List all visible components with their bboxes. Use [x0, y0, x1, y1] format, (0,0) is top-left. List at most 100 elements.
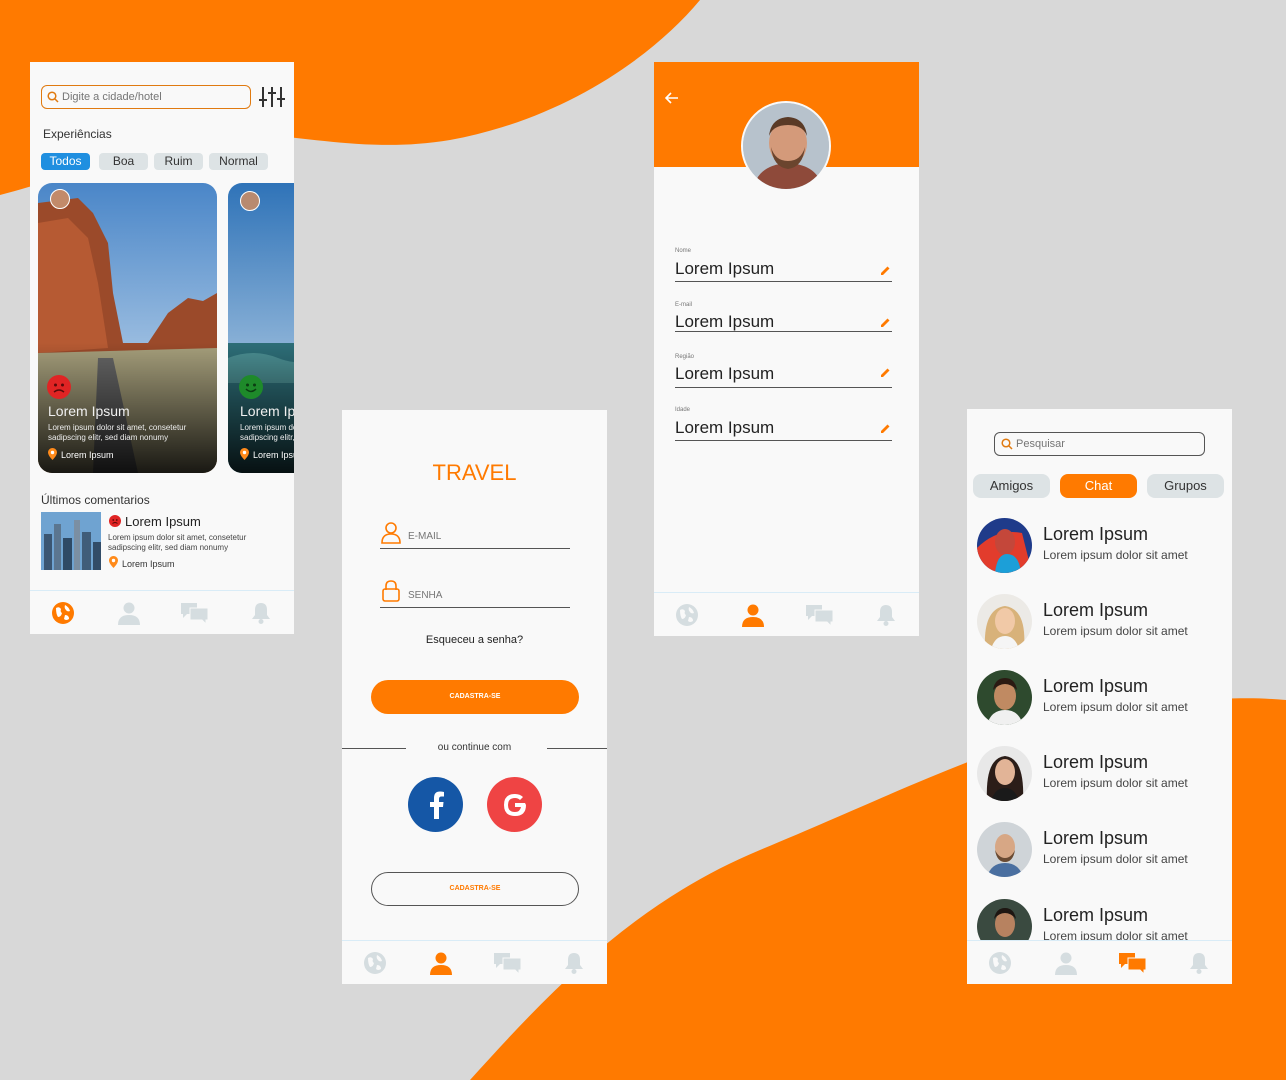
- bell-icon[interactable]: [247, 599, 275, 627]
- tab-amigos[interactable]: Amigos: [973, 474, 1050, 498]
- card-desc-1: Lorem ipsum dolor sit amet, consetetur: [48, 423, 187, 432]
- avatar: [977, 670, 1032, 725]
- card-location: Lorem Ipsum: [253, 450, 294, 460]
- experience-card[interactable]: Lorem Ipsum Lorem ipsum dolor sit amet, …: [228, 183, 294, 473]
- edit-pencil-icon[interactable]: [880, 265, 891, 276]
- experience-card[interactable]: Lorem Ipsum Lorem ipsum dolor sit amet, …: [38, 183, 217, 473]
- field-value-regiao[interactable]: Lorem Ipsum: [675, 364, 774, 384]
- chat-list-item[interactable]: Lorem Ipsum Lorem ipsum dolor sit amet: [977, 670, 1227, 728]
- brand-title: TRAVEL: [432, 460, 517, 485]
- bottom-nav: [30, 590, 294, 634]
- location-pin-icon: [240, 448, 249, 460]
- facebook-icon: [429, 791, 444, 819]
- user-avatar: [50, 189, 70, 209]
- happy-face-icon: [239, 375, 263, 399]
- card-title: Lorem Ipsum: [240, 403, 294, 419]
- chat-icon[interactable]: [805, 601, 834, 629]
- field-label-email: E-mail: [675, 302, 693, 308]
- tab-chat[interactable]: Chat: [1060, 474, 1137, 498]
- chat-icon[interactable]: [493, 949, 522, 977]
- bottom-nav: [967, 940, 1232, 984]
- search-input[interactable]: [62, 89, 242, 105]
- chat-search-input[interactable]: [1016, 436, 1196, 452]
- globe-icon[interactable]: [49, 599, 77, 627]
- divider-right: [547, 748, 607, 749]
- search-box[interactable]: [41, 85, 251, 109]
- email-field[interactable]: [408, 528, 568, 544]
- contact-name: Lorem Ipsum: [1043, 752, 1149, 772]
- lock-icon: [382, 580, 400, 602]
- signup-secondary-button[interactable]: CADASTRA-SE: [371, 872, 579, 906]
- contact-name: Lorem Ipsum: [1043, 676, 1149, 696]
- back-arrow-icon[interactable]: [665, 92, 679, 104]
- chat-icon[interactable]: [181, 599, 209, 627]
- filter-chip-todos[interactable]: Todos: [41, 153, 90, 170]
- card-desc-1: Lorem ipsum dolor sit amet, consetetur: [240, 423, 294, 432]
- chat-icon[interactable]: [1118, 949, 1147, 977]
- tab-grupos[interactable]: Grupos: [1147, 474, 1224, 498]
- edit-pencil-icon[interactable]: [880, 367, 891, 378]
- globe-icon[interactable]: [673, 601, 701, 629]
- field-label-idade: Idade: [675, 407, 691, 413]
- chat-list-item[interactable]: Lorem Ipsum Lorem ipsum dolor sit amet: [977, 746, 1227, 804]
- chat-list-item[interactable]: Lorem Ipsum Lorem ipsum dolor sit amet: [977, 594, 1227, 652]
- facebook-button[interactable]: [408, 777, 463, 832]
- field-underline: [675, 387, 892, 388]
- search-icon: [47, 91, 59, 103]
- profile-avatar[interactable]: [741, 101, 831, 191]
- globe-icon[interactable]: [986, 949, 1014, 977]
- chat-list-item[interactable]: Lorem Ipsum Lorem ipsum dolor sit amet: [977, 518, 1227, 576]
- bell-icon[interactable]: [1185, 949, 1213, 977]
- chat-list-item[interactable]: Lorem Ipsum Lorem ipsum dolor sit amet: [977, 822, 1227, 880]
- chat-search-box[interactable]: [994, 432, 1205, 456]
- filter-chip-normal[interactable]: Normal: [209, 153, 268, 170]
- contact-name: Lorem Ipsum: [1043, 600, 1149, 620]
- bell-icon[interactable]: [560, 949, 588, 977]
- sad-face-icon: [109, 515, 121, 527]
- card-location: Lorem Ipsum: [61, 450, 114, 460]
- user-icon: [381, 522, 401, 544]
- google-button[interactable]: [487, 777, 542, 832]
- contact-name: Lorem Ipsum: [1043, 905, 1149, 925]
- password-field[interactable]: [408, 587, 568, 603]
- filter-sliders-icon[interactable]: [259, 85, 285, 109]
- city-thumbnail: [41, 512, 101, 570]
- avatar: [977, 518, 1032, 573]
- chat-screen: Amigos Chat Grupos Lorem Ipsum Lorem ips…: [967, 409, 1232, 984]
- field-value-nome[interactable]: Lorem Ipsum: [675, 259, 774, 279]
- search-icon: [1001, 438, 1013, 450]
- globe-icon[interactable]: [361, 949, 389, 977]
- forgot-password-link[interactable]: Esqueceu a senha?: [342, 634, 607, 646]
- field-label-regiao: Região: [675, 354, 695, 360]
- google-icon: [503, 793, 526, 816]
- avatar: [977, 746, 1032, 801]
- field-value-idade[interactable]: Lorem Ipsum: [675, 418, 774, 438]
- edit-pencil-icon[interactable]: [880, 423, 891, 434]
- filter-chip-boa[interactable]: Boa: [99, 153, 148, 170]
- field-underline: [675, 440, 892, 441]
- field-value-email[interactable]: Lorem Ipsum: [675, 312, 774, 332]
- location-pin-icon: [109, 556, 118, 568]
- edit-pencil-icon[interactable]: [880, 317, 891, 328]
- last-message: Lorem ipsum dolor sit amet: [1043, 776, 1188, 790]
- last-message: Lorem ipsum dolor sit amet: [1043, 548, 1188, 562]
- user-icon[interactable]: [115, 599, 143, 627]
- signup-primary-button[interactable]: CADASTRA-SE: [371, 680, 579, 714]
- comment-desc-2: sadipscing elitr, sed diam nonumy: [108, 543, 229, 552]
- bell-icon[interactable]: [872, 601, 900, 629]
- contact-name: Lorem Ipsum: [1043, 828, 1149, 848]
- last-message: Lorem ipsum dolor sit amet: [1043, 852, 1188, 866]
- user-icon[interactable]: [1052, 949, 1080, 977]
- profile-screen: Nome Lorem Ipsum E-mail Lorem Ipsum Regi…: [654, 62, 919, 636]
- filter-chip-ruim[interactable]: Ruim: [154, 153, 203, 170]
- user-icon[interactable]: [427, 949, 455, 977]
- user-icon[interactable]: [739, 601, 767, 629]
- comment-item[interactable]: Lorem Ipsum Lorem ipsum dolor sit amet, …: [41, 512, 286, 572]
- card-title: Lorem Ipsum: [48, 403, 130, 419]
- field-underline: [675, 281, 892, 282]
- person-photo: [743, 103, 829, 189]
- avatar: [977, 594, 1032, 649]
- password-underline: [380, 607, 570, 608]
- bottom-nav: [342, 940, 607, 984]
- section-title: Experiências: [43, 127, 112, 141]
